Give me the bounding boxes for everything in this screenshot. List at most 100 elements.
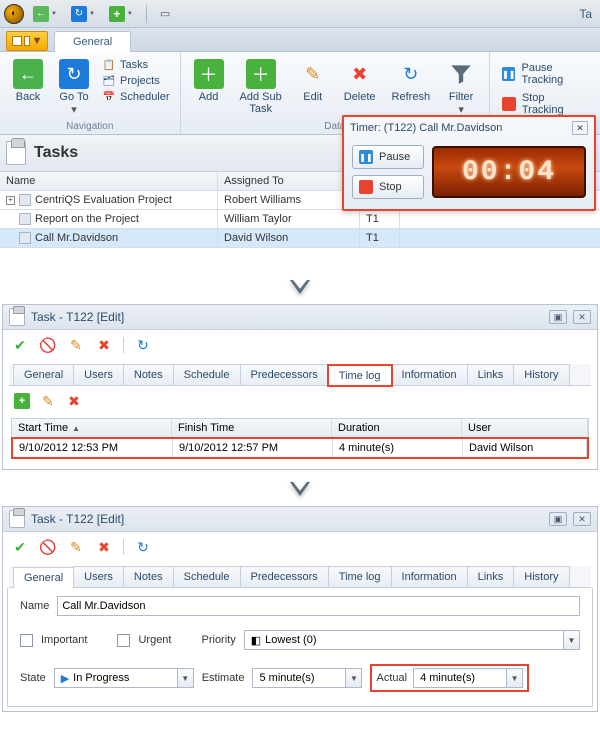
task-row-selected[interactable]: Call Mr.Davidson David Wilson T1	[0, 229, 600, 248]
panel-close-button[interactable]: ✕	[573, 512, 591, 526]
edit-icon[interactable]: ✎	[67, 336, 85, 354]
tab-predecessors[interactable]: Predecessors	[240, 364, 329, 385]
panel-close-button[interactable]: ✕	[573, 310, 591, 324]
app-icon[interactable]: ◐	[4, 4, 24, 24]
tab-predecessors[interactable]: Predecessors	[240, 566, 329, 587]
stop-icon	[502, 97, 516, 111]
tab-users[interactable]: Users	[73, 364, 124, 385]
pause-tracking-button[interactable]: ❚❚Pause Tracking	[502, 62, 588, 86]
priority-combo[interactable]: ◧Lowest (0) ▼	[244, 630, 580, 650]
cancel-icon[interactable]: 🚫	[39, 538, 57, 556]
task-row[interactable]: Report on the Project William Taylor T1	[0, 210, 600, 229]
nav-tasks[interactable]: 📋Tasks	[102, 58, 170, 72]
timelog-row[interactable]: 9/10/2012 12:53 PM 9/10/2012 12:57 PM 4 …	[11, 437, 589, 459]
clipboard-icon	[9, 308, 25, 326]
col-user[interactable]: User	[462, 419, 588, 437]
edit-icon[interactable]: ✎	[67, 538, 85, 556]
tab-links[interactable]: Links	[467, 364, 515, 385]
timer-stop-button[interactable]: Stop	[352, 175, 424, 199]
sort-asc-icon: ▲	[72, 424, 80, 433]
refresh-button[interactable]: ↻Refresh	[385, 56, 438, 106]
name-field[interactable]	[57, 596, 580, 616]
tab-information[interactable]: Information	[391, 566, 468, 587]
panel-restore-button[interactable]: ▣	[549, 512, 567, 526]
qat-add-button[interactable]: +▼	[104, 4, 138, 24]
refresh-icon[interactable]: ↻	[134, 336, 152, 354]
qat-refresh-button[interactable]: ↻▼	[66, 4, 100, 24]
tab-notes[interactable]: Notes	[123, 364, 174, 385]
funnel-icon	[446, 59, 476, 89]
views-button[interactable]: ▼	[6, 31, 48, 51]
tab-schedule[interactable]: Schedule	[173, 364, 241, 385]
name-label: Name	[20, 600, 49, 612]
urgent-label: Urgent	[138, 634, 171, 646]
add-button[interactable]: ＋Add	[187, 56, 231, 106]
col-duration[interactable]: Duration	[332, 419, 462, 437]
estimate-combo[interactable]: 5 minute(s) ▼	[252, 668, 362, 688]
state-combo[interactable]: ▶In Progress ▼	[54, 668, 194, 688]
estimate-label: Estimate	[202, 672, 245, 684]
col-assigned[interactable]: Assigned To	[218, 172, 360, 190]
chevron-down-icon[interactable]: ▼	[506, 669, 522, 687]
tab-information[interactable]: Information	[391, 364, 468, 385]
edit-tabstrip: General Users Notes Schedule Predecessor…	[9, 364, 591, 386]
state-label: State	[20, 672, 46, 684]
panel-title: Task - T122 [Edit]	[31, 310, 124, 324]
filter-button[interactable]: Filter▾	[439, 56, 483, 119]
col-name[interactable]: Name	[0, 172, 218, 190]
timer-popup: Timer: (T122) Call Mr.Davidson ✕ ❚❚Pause…	[342, 115, 596, 211]
tab-history[interactable]: History	[513, 566, 569, 587]
timelog-delete-icon[interactable]: ✖	[65, 392, 83, 410]
qat-back-button[interactable]: ←▼	[28, 4, 62, 24]
tab-notes[interactable]: Notes	[123, 566, 174, 587]
goto-button[interactable]: ↻ Go To ▾	[52, 56, 96, 119]
ribbon-tab-general[interactable]: General	[54, 31, 131, 52]
col-start[interactable]: Start Time▲	[12, 419, 172, 437]
delete-button[interactable]: ✖Delete	[337, 56, 383, 106]
col-finish[interactable]: Finish Time	[172, 419, 332, 437]
apply-icon[interactable]: ✔	[11, 538, 29, 556]
tab-time-log[interactable]: Time log	[328, 365, 392, 386]
back-button[interactable]: ← Back	[6, 56, 50, 106]
tab-history[interactable]: History	[513, 364, 569, 385]
nav-projects[interactable]: 🗂Projects	[102, 74, 170, 88]
actual-combo[interactable]: 4 minute(s) ▼	[413, 668, 523, 688]
general-form: Name Important Urgent Priority ◧Lowest (…	[7, 588, 593, 707]
chevron-down-icon[interactable]: ▼	[345, 669, 361, 687]
chevron-down-icon[interactable]: ▼	[563, 631, 579, 649]
important-checkbox[interactable]	[20, 634, 33, 647]
task-icon	[19, 194, 31, 206]
chevron-down-icon[interactable]: ▼	[177, 669, 193, 687]
panel-restore-button[interactable]: ▣	[549, 310, 567, 324]
delete-icon[interactable]: ✖	[95, 336, 113, 354]
urgent-checkbox[interactable]	[117, 634, 130, 647]
nav-scheduler[interactable]: 📅Scheduler	[102, 90, 170, 104]
timer-pause-button[interactable]: ❚❚Pause	[352, 145, 424, 169]
separator	[146, 5, 147, 23]
tab-general[interactable]: General	[13, 364, 74, 385]
add-sub-task-button[interactable]: ＋Add Sub Task	[233, 56, 289, 118]
refresh-icon[interactable]: ↻	[134, 538, 152, 556]
stop-icon	[359, 180, 373, 194]
stop-tracking-button[interactable]: Stop Tracking	[502, 92, 588, 116]
qat-customize-button[interactable]: ▭	[155, 4, 175, 24]
tab-users[interactable]: Users	[73, 566, 124, 587]
edit-button[interactable]: ✎Edit	[291, 56, 335, 106]
tab-schedule[interactable]: Schedule	[173, 566, 241, 587]
timelog-add-icon[interactable]: +	[13, 392, 31, 410]
timer-close-button[interactable]: ✕	[572, 121, 588, 135]
task-icon	[19, 213, 31, 225]
tab-general[interactable]: General	[13, 567, 74, 588]
cancel-icon[interactable]: 🚫	[39, 336, 57, 354]
clipboard-icon	[9, 510, 25, 528]
expand-icon[interactable]: +	[6, 196, 15, 205]
group-label: Navigation	[6, 119, 174, 132]
tab-time-log[interactable]: Time log	[328, 566, 392, 587]
delete-icon[interactable]: ✖	[95, 538, 113, 556]
clipboard-icon	[6, 141, 26, 165]
panel-toolbar: ✔ 🚫 ✎ ✖ ↻	[3, 330, 597, 360]
timelog-edit-icon[interactable]: ✎	[39, 392, 57, 410]
apply-icon[interactable]: ✔	[11, 336, 29, 354]
tab-links[interactable]: Links	[467, 566, 515, 587]
timer-display: 00:04	[432, 146, 586, 198]
